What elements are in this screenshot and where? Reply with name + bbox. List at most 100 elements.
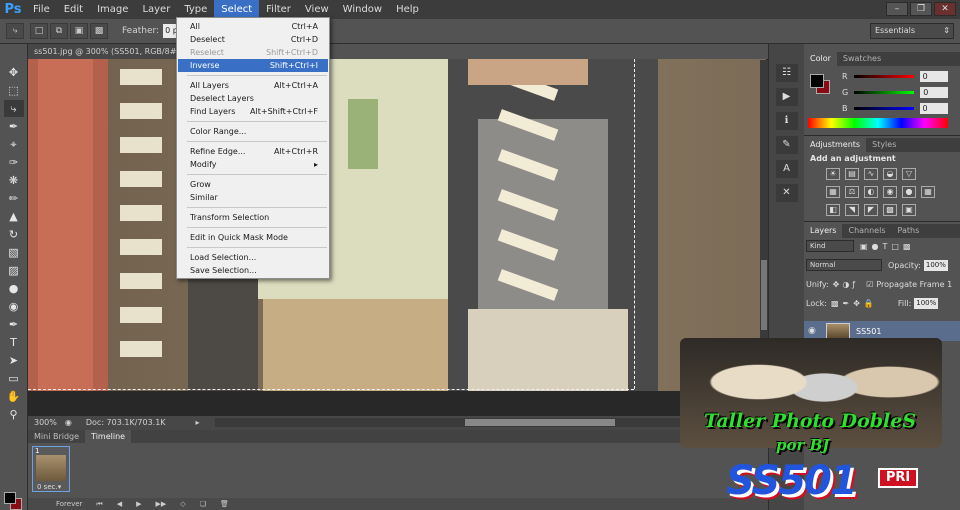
play-icon[interactable]: ▶ bbox=[136, 500, 141, 508]
menu-item-transform-selection[interactable]: Transform Selection bbox=[178, 211, 328, 224]
menu-edit[interactable]: Edit bbox=[57, 0, 90, 19]
eraser-tool-icon[interactable]: ▧ bbox=[4, 244, 24, 261]
delete-frame-icon[interactable]: 🗑 bbox=[220, 500, 229, 508]
invert-icon[interactable]: ◧ bbox=[826, 204, 840, 216]
status-arrow-icon[interactable]: ▸ bbox=[166, 416, 200, 430]
menu-item-load-selection[interactable]: Load Selection... bbox=[178, 251, 328, 264]
unify-icons[interactable]: ✥◑ƒ bbox=[833, 280, 859, 289]
menu-item-reselect[interactable]: Reselect Shift+Ctrl+D bbox=[178, 46, 328, 59]
levels-icon[interactable]: ▤ bbox=[845, 168, 859, 180]
workspace-select[interactable]: Essentials ⇕ bbox=[870, 23, 954, 39]
restore-icon[interactable]: ❐ bbox=[910, 2, 932, 16]
menu-item-inverse[interactable]: Inverse Shift+Ctrl+I bbox=[178, 59, 328, 72]
duplicate-frame-icon[interactable]: ❏ bbox=[200, 500, 206, 508]
blue-value-input[interactable]: 0 bbox=[919, 102, 948, 114]
tab-swatches[interactable]: Swatches bbox=[837, 52, 887, 66]
hue-saturation-icon[interactable]: ▦ bbox=[826, 186, 840, 198]
menu-item-similar[interactable]: Similar bbox=[178, 191, 328, 204]
type-tool-icon[interactable]: T bbox=[4, 334, 24, 351]
close-icon[interactable]: ✕ bbox=[934, 2, 956, 16]
eyedropper-tool-icon[interactable]: ✑ bbox=[4, 154, 24, 171]
tab-channels[interactable]: Channels bbox=[842, 224, 891, 238]
dodge-tool-icon[interactable]: ◉ bbox=[4, 298, 24, 315]
horizontal-scrollbar[interactable] bbox=[215, 418, 735, 427]
tab-timeline[interactable]: Timeline bbox=[85, 430, 132, 443]
gradient-map-icon[interactable]: ▩ bbox=[883, 204, 897, 216]
zoom-tool-icon[interactable]: ⚲ bbox=[4, 406, 24, 423]
color-spectrum[interactable] bbox=[808, 118, 948, 128]
brush-tool-icon[interactable]: ✏ bbox=[4, 190, 24, 207]
move-tool-icon[interactable]: ✥ bbox=[4, 64, 24, 81]
menu-item-deselect[interactable]: Deselect Ctrl+D bbox=[178, 33, 328, 46]
tab-adjustments[interactable]: Adjustments bbox=[804, 138, 867, 152]
photo-filter-icon[interactable]: ◉ bbox=[883, 186, 897, 198]
character-panel-icon[interactable]: A bbox=[775, 160, 798, 178]
history-brush-tool-icon[interactable]: ↻ bbox=[4, 226, 24, 243]
lasso-tool-icon[interactable]: ⤷ bbox=[3, 100, 24, 117]
info-panel-icon[interactable]: ℹ bbox=[775, 112, 798, 130]
color-lookup-icon[interactable]: ▦ bbox=[921, 186, 935, 198]
menu-item-deselect-layers[interactable]: Deselect Layers bbox=[178, 92, 328, 105]
menu-item-all[interactable]: All Ctrl+A bbox=[178, 20, 328, 33]
tween-icon[interactable]: ◇ bbox=[180, 500, 185, 508]
menu-item-save-selection[interactable]: Save Selection... bbox=[178, 264, 328, 277]
history-panel-icon[interactable]: ☷ bbox=[775, 64, 798, 82]
tab-paths[interactable]: Paths bbox=[892, 224, 926, 238]
red-slider[interactable] bbox=[853, 74, 914, 78]
pen-tool-icon[interactable]: ✒ bbox=[4, 316, 24, 333]
red-value-input[interactable]: 0 bbox=[919, 70, 948, 82]
menu-item-quick-mask[interactable]: Edit in Quick Mask Mode bbox=[178, 231, 328, 244]
selective-color-icon[interactable]: ▣ bbox=[902, 204, 916, 216]
menu-window[interactable]: Window bbox=[336, 0, 389, 19]
loop-select[interactable]: Forever bbox=[56, 500, 82, 508]
tab-styles[interactable]: Styles bbox=[866, 138, 902, 152]
menu-item-color-range[interactable]: Color Range... bbox=[178, 125, 328, 138]
minimize-icon[interactable]: – bbox=[886, 2, 908, 16]
green-slider[interactable] bbox=[854, 90, 915, 94]
menu-image[interactable]: Image bbox=[90, 0, 135, 19]
menu-item-find-layers[interactable]: Find Layers Alt+Shift+Ctrl+F bbox=[178, 105, 328, 118]
green-value-input[interactable]: 0 bbox=[920, 86, 949, 98]
healing-brush-tool-icon[interactable]: ❋ bbox=[4, 172, 24, 189]
vibrance-icon[interactable]: ▽ bbox=[902, 168, 916, 180]
prev-frame-icon[interactable]: ◀ bbox=[117, 500, 122, 508]
tab-layers[interactable]: Layers bbox=[804, 224, 843, 238]
lock-icons[interactable]: ▩✒✥🔒 bbox=[831, 299, 878, 308]
timeline-frame[interactable]: 1 0 sec.▾ bbox=[32, 446, 70, 492]
tool-presets-icon[interactable]: ✕ bbox=[775, 184, 798, 202]
canvas-image[interactable] bbox=[28, 59, 766, 391]
subtract-selection-icon[interactable]: ▣ bbox=[70, 23, 88, 39]
brightness-icon[interactable]: ☀ bbox=[826, 168, 840, 180]
quick-selection-tool-icon[interactable]: ✒ bbox=[4, 118, 24, 135]
foreground-color-swatch[interactable] bbox=[4, 492, 16, 504]
menu-help[interactable]: Help bbox=[389, 0, 426, 19]
layer-filter-icons[interactable]: ▣●T□▩ bbox=[860, 242, 915, 251]
add-selection-icon[interactable]: ⧉ bbox=[50, 23, 68, 39]
menu-item-modify[interactable]: Modify ▸ bbox=[178, 158, 328, 171]
menu-layer[interactable]: Layer bbox=[135, 0, 177, 19]
horizontal-scroll-thumb[interactable] bbox=[465, 419, 615, 426]
threshold-icon[interactable]: ◤ bbox=[864, 204, 878, 216]
blend-mode-select[interactable]: Normal bbox=[806, 259, 882, 271]
fill-input[interactable]: 100% bbox=[914, 297, 939, 309]
actions-panel-icon[interactable]: ▶ bbox=[775, 88, 798, 106]
path-selection-tool-icon[interactable]: ➤ bbox=[4, 352, 24, 369]
propagate-checkbox[interactable]: ☑ bbox=[866, 280, 873, 289]
menu-file[interactable]: File bbox=[26, 0, 57, 19]
channel-mixer-icon[interactable]: ● bbox=[902, 186, 916, 198]
next-frame-icon[interactable]: ▶▶ bbox=[156, 500, 167, 508]
menu-item-grow[interactable]: Grow bbox=[178, 178, 328, 191]
marquee-tool-icon[interactable]: ⬚ bbox=[4, 82, 24, 99]
color-balance-icon[interactable]: ⚖ bbox=[845, 186, 859, 198]
exposure-icon[interactable]: ◒ bbox=[883, 168, 897, 180]
tab-mini-bridge[interactable]: Mini Bridge bbox=[28, 430, 85, 443]
menu-item-refine-edge[interactable]: Refine Edge... Alt+Ctrl+R bbox=[178, 145, 328, 158]
first-frame-icon[interactable]: ⏮ bbox=[96, 500, 102, 509]
brush-panel-icon[interactable]: ✎ bbox=[775, 136, 798, 154]
blue-slider[interactable] bbox=[853, 106, 914, 110]
zoom-level[interactable]: 300% bbox=[28, 416, 57, 430]
menu-item-all-layers[interactable]: All Layers Alt+Ctrl+A bbox=[178, 79, 328, 92]
color-panel-foreground-swatch[interactable] bbox=[810, 74, 824, 88]
visibility-eye-icon[interactable]: ◉ bbox=[808, 326, 822, 336]
layer-kind-select[interactable]: Kind bbox=[806, 240, 854, 252]
